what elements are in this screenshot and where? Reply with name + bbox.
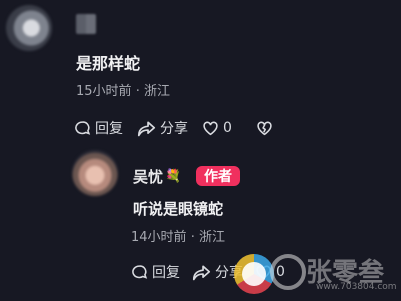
like-button[interactable]: 0 (202, 120, 232, 136)
reply-meta: 14小时前 · 浙江 (131, 226, 225, 245)
comment-location: 浙江 (143, 84, 170, 99)
share-arrow-icon (192, 264, 211, 280)
reply-button[interactable]: 回复 (74, 118, 123, 138)
comment-text: 是那样蛇 (76, 54, 141, 73)
watermark-ring (270, 254, 306, 290)
comment-time: 15小时前 (76, 84, 132, 99)
reply-author[interactable]: 吴忧 (133, 166, 163, 187)
reply-reply-button[interactable]: 回复 (131, 262, 180, 282)
author-badge: 作者 (196, 166, 240, 186)
meta-separator: · (190, 230, 199, 245)
dislike-button[interactable] (256, 120, 273, 136)
watermark-url: www.703804.com (316, 282, 397, 292)
heart-icon (203, 121, 218, 136)
reply-reply-label: 回复 (152, 265, 180, 281)
like-count: 0 (223, 120, 232, 136)
flower-bouquet-icon: 💐 (165, 169, 182, 184)
reply-author-row[interactable]: 吴忧 💐 (133, 166, 181, 187)
reply-location: 浙江 (198, 230, 225, 245)
meta-separator: · (135, 84, 144, 99)
comment-bubble-icon (132, 264, 148, 279)
broken-heart-icon (257, 121, 272, 136)
comment-meta: 15小时前 · 浙江 (76, 80, 170, 99)
watermark-logo-center (242, 262, 266, 286)
comment-bubble-icon (75, 120, 91, 135)
reply-avatar[interactable] (72, 150, 118, 196)
reply-text: 听说是眼镜蛇 (133, 200, 224, 218)
reply-label: 回复 (95, 121, 123, 137)
username-redacted[interactable] (76, 14, 96, 34)
share-arrow-icon (137, 120, 156, 136)
reply-time: 14小时前 (131, 230, 187, 245)
avatar[interactable] (6, 5, 52, 51)
share-label: 分享 (160, 121, 188, 137)
comment-actions: 回复 分享 0 (74, 118, 273, 138)
share-button[interactable]: 分享 (137, 118, 188, 138)
